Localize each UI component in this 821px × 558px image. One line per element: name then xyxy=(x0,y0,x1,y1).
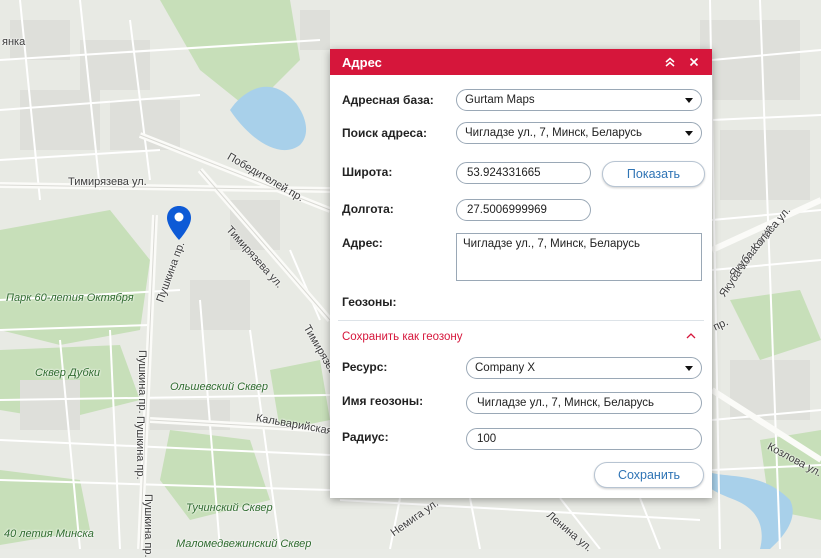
divider xyxy=(338,320,704,321)
radius-field[interactable]: 100 xyxy=(466,428,702,450)
address-base-label: Адресная база: xyxy=(342,93,434,107)
address-dialog: Адрес Адресная база: Gurtam Maps Поиск а… xyxy=(330,49,712,498)
map-label-tuchinsky: Тучинский Сквер xyxy=(186,502,273,514)
show-button[interactable]: Показать xyxy=(602,161,705,187)
chevron-down-icon xyxy=(685,130,693,136)
address-base-select[interactable]: Gurtam Maps xyxy=(456,89,702,111)
map-label-minsk-park: 40 летия Минска xyxy=(4,528,94,540)
search-address-label: Поиск адреса: xyxy=(342,126,427,140)
address-textarea[interactable]: Чигладзе ул., 7, Минск, Беларусь xyxy=(456,233,702,281)
dialog-title: Адрес xyxy=(342,54,382,70)
close-icon[interactable] xyxy=(686,54,702,70)
save-button[interactable]: Сохранить xyxy=(594,462,704,488)
radius-label: Радиус: xyxy=(342,430,389,444)
chevron-down-icon xyxy=(685,365,693,371)
map-label-pushkina-3: Пушкина пр. xyxy=(134,416,146,480)
resource-select[interactable]: Company X xyxy=(466,357,702,379)
latitude-field[interactable]: 53.924331665 xyxy=(456,162,591,184)
address-base-value: Gurtam Maps xyxy=(465,94,535,106)
geozone-name-label: Имя геозоны: xyxy=(342,394,424,408)
map-label-skver-dubki: Сквер Дубки xyxy=(35,367,101,379)
map-label-timiryazeva: Тимирязева ул. xyxy=(68,176,147,188)
map-label-pushkina-2: Пушкина пр. xyxy=(136,350,148,414)
map-label-district: янка xyxy=(2,36,26,48)
location-marker-icon[interactable] xyxy=(166,205,192,241)
chevron-up-icon[interactable] xyxy=(686,332,696,340)
geozone-name-value: Чигладзе ул., 7, Минск, Беларусь xyxy=(477,397,654,409)
map-label-olshevsky: Ольшевский Сквер xyxy=(170,381,269,393)
longitude-field[interactable]: 27.5006999969 xyxy=(456,199,591,221)
resource-value: Company X xyxy=(475,362,536,374)
latitude-value: 53.924331665 xyxy=(467,167,541,179)
radius-value: 100 xyxy=(477,433,497,445)
chevron-down-icon xyxy=(685,97,693,103)
dialog-header[interactable]: Адрес xyxy=(330,49,712,75)
address-label: Адрес: xyxy=(342,236,383,250)
map-label-pushkina-4: Пушкина пр. xyxy=(142,494,154,558)
longitude-label: Долгота: xyxy=(342,202,394,216)
geozones-label: Геозоны: xyxy=(342,295,397,309)
map-label-park: Парк 60-летия Октября xyxy=(6,292,134,304)
map-label-malomed: Маломедвежинский Сквер xyxy=(176,538,312,550)
resource-label: Ресурс: xyxy=(342,360,388,374)
search-address-select[interactable]: Чигладзе ул., 7, Минск, Беларусь xyxy=(456,122,702,144)
search-address-value: Чигладзе ул., 7, Минск, Беларусь xyxy=(465,127,642,139)
geozone-name-field[interactable]: Чигладзе ул., 7, Минск, Беларусь xyxy=(466,392,702,414)
collapse-icon[interactable] xyxy=(662,54,678,70)
save-as-geozone-toggle[interactable]: Сохранить как геозону xyxy=(342,331,463,343)
latitude-label: Широта: xyxy=(342,165,393,179)
longitude-value: 27.5006999969 xyxy=(467,204,547,216)
